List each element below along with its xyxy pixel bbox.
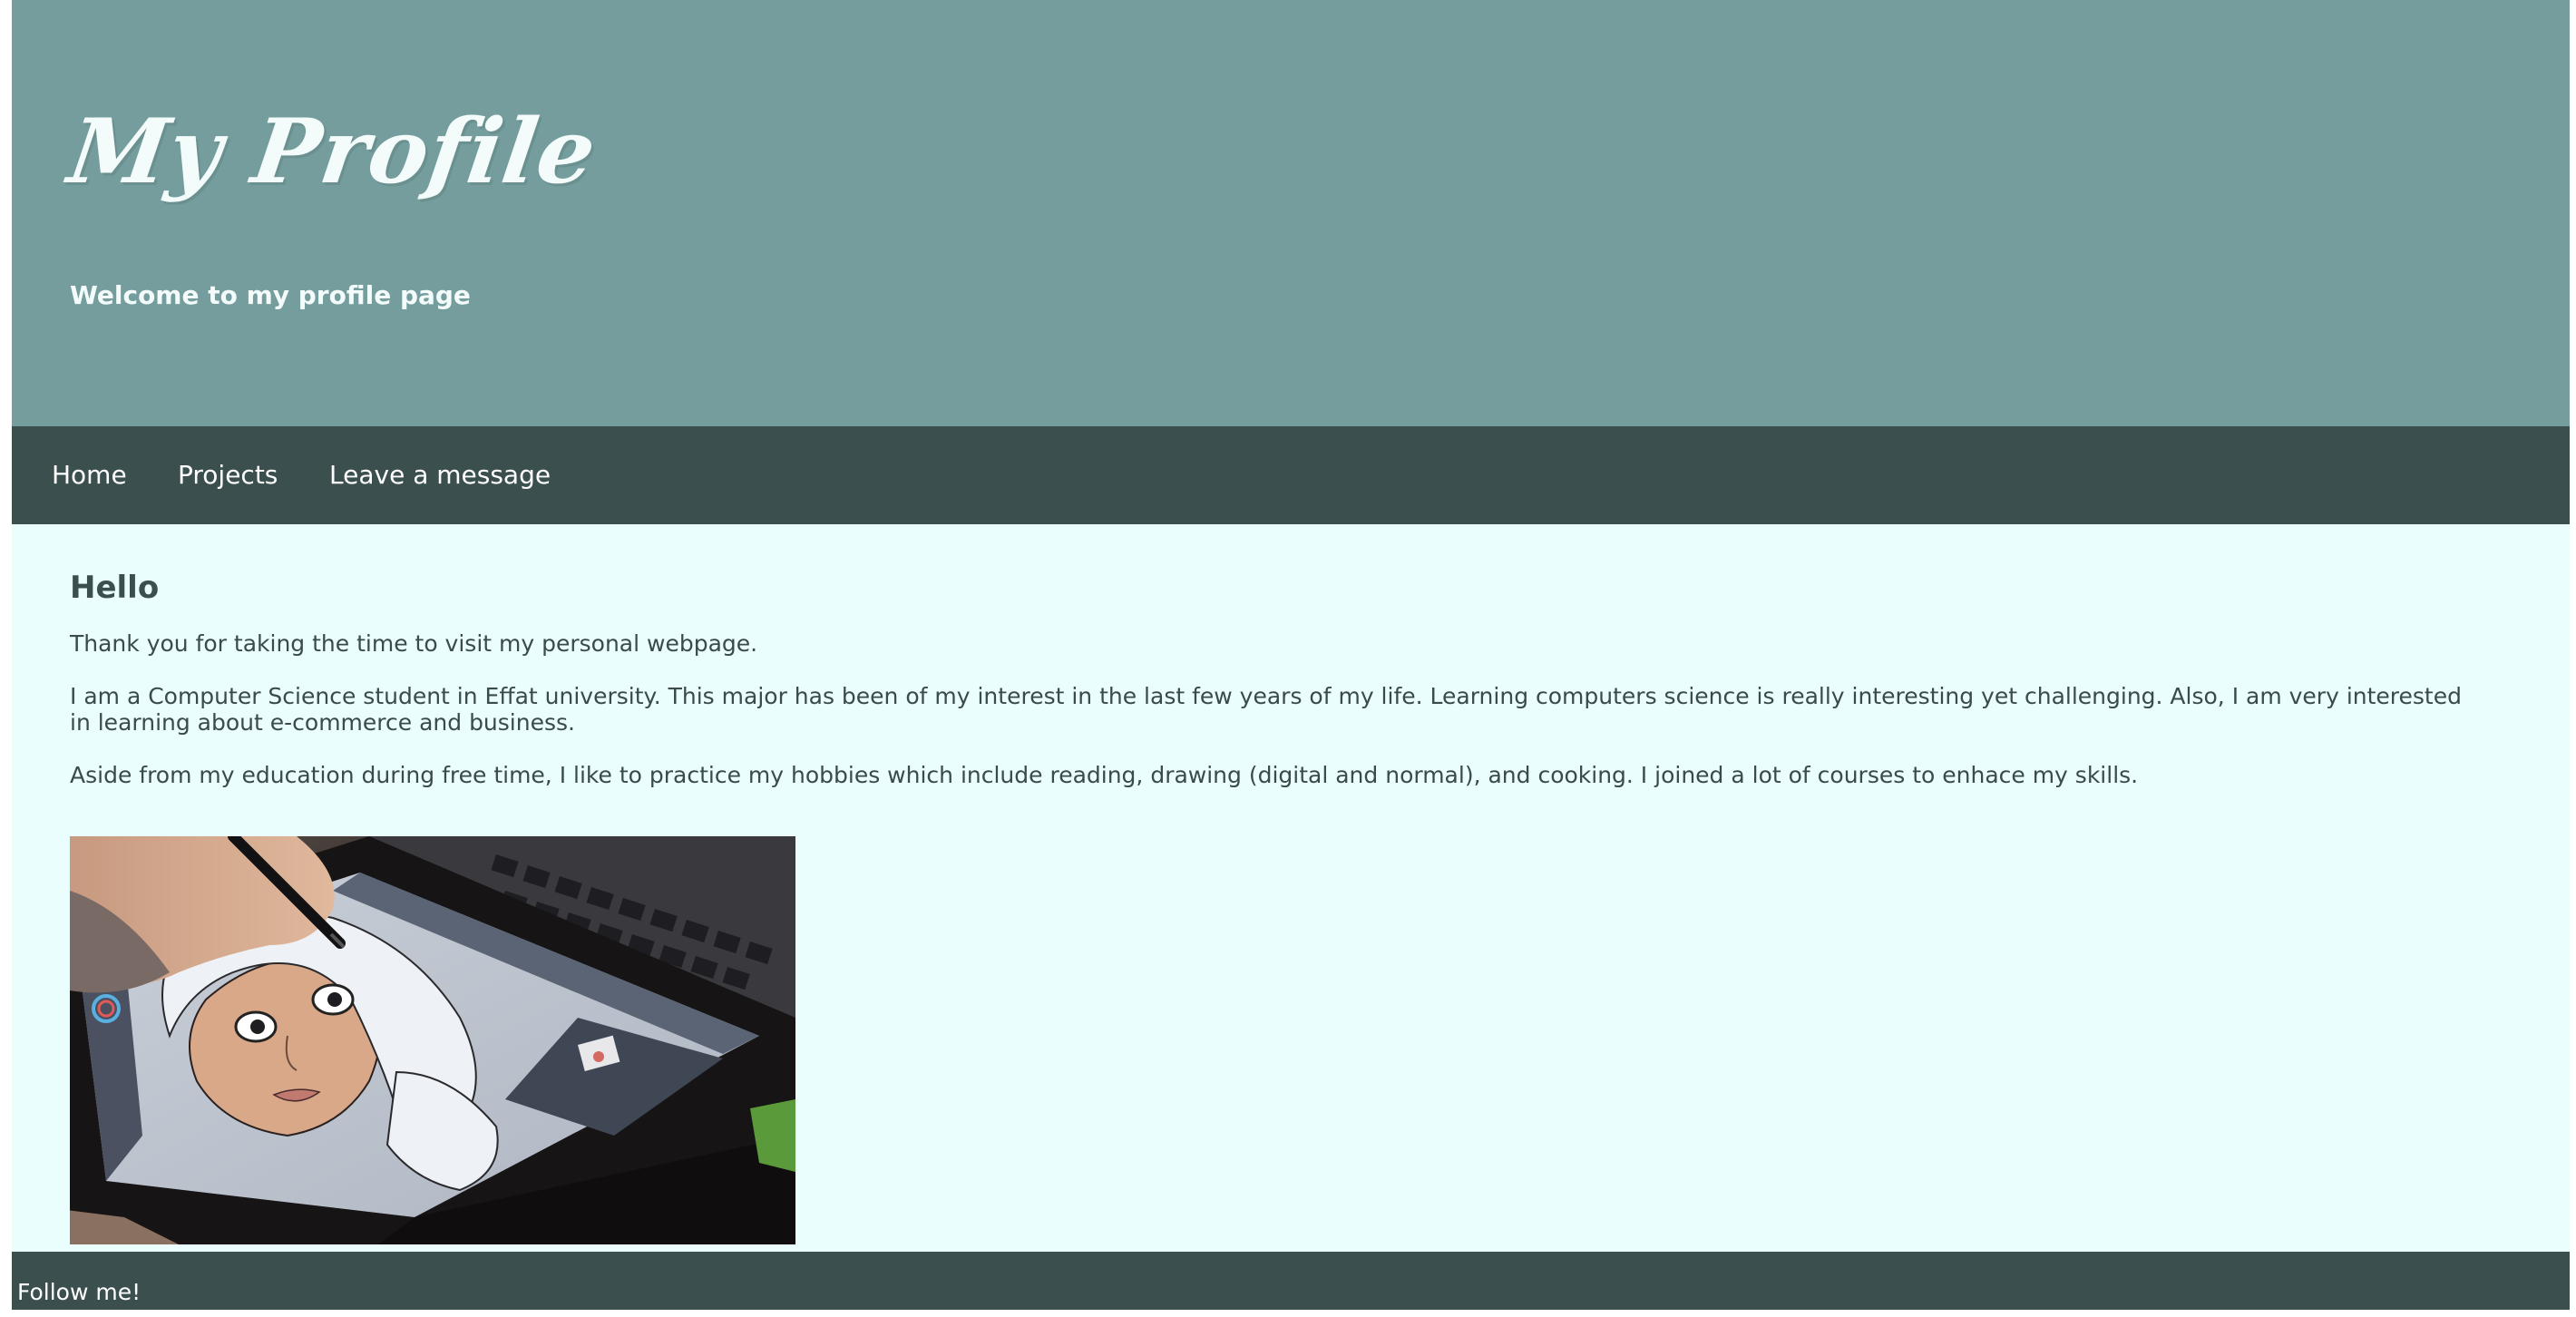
page: My Profile Welcome to my profile page Ho… [12, 0, 2570, 1310]
footer: Follow me! [12, 1252, 2570, 1310]
follow-me-text: Follow me! [17, 1279, 141, 1305]
header-banner: My Profile Welcome to my profile page [12, 0, 2570, 426]
about-paragraph: I am a Computer Science student in Effat… [70, 683, 2462, 736]
drawing-tablet-photo [70, 836, 795, 1244]
site-subtitle: Welcome to my profile page [70, 280, 471, 310]
greeting-heading: Hello [70, 570, 160, 606]
hobbies-paragraph: Aside from my education during free time… [70, 762, 2139, 788]
nav-projects-link[interactable]: Projects [178, 426, 278, 524]
site-title: My Profile [63, 100, 603, 204]
nav-home-link[interactable]: Home [52, 426, 127, 524]
nav-leave-message-link[interactable]: Leave a message [329, 426, 551, 524]
intro-paragraph: Thank you for taking the time to visit m… [70, 630, 758, 657]
nav-bar: Home Projects Leave a message [12, 426, 2570, 524]
